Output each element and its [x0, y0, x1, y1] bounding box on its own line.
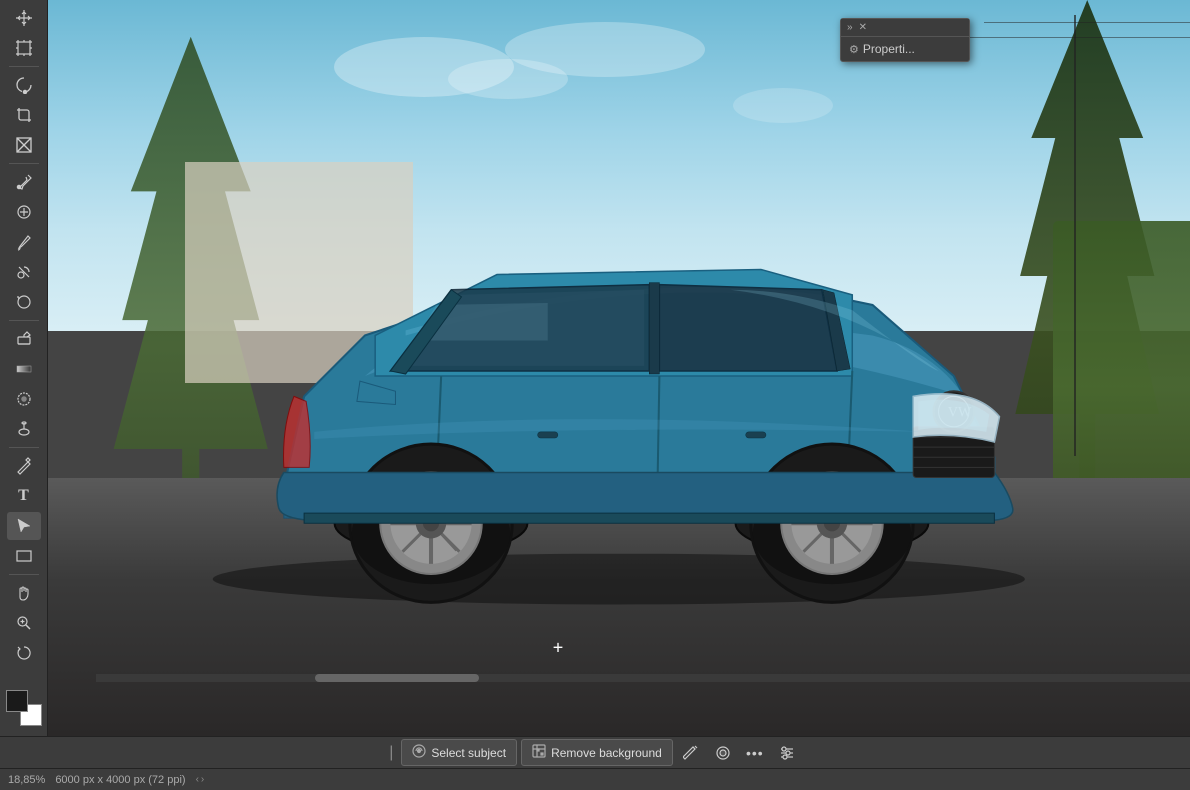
- blur-tool[interactable]: [7, 385, 41, 413]
- magic-selection-button[interactable]: [677, 739, 705, 767]
- remove-background-label: Remove background: [551, 746, 662, 760]
- status-arrow-right[interactable]: ›: [201, 774, 204, 785]
- gradient-tool[interactable]: [7, 355, 41, 383]
- lasso-tool-icon: [15, 76, 33, 94]
- mask-button[interactable]: [709, 739, 737, 767]
- eraser-tool-icon: [15, 330, 33, 348]
- more-options-icon: •••: [746, 745, 764, 761]
- left-toolbar: T: [0, 0, 48, 736]
- frame-tool-icon: [15, 136, 33, 154]
- zoom-tool-icon: [15, 614, 33, 632]
- bottom-contextual-toolbar: | Select subject Remove background: [0, 736, 1190, 768]
- zoom-level: 18,85%: [8, 774, 45, 786]
- type-tool[interactable]: T: [7, 482, 41, 510]
- status-arrow-left[interactable]: ‹: [196, 774, 199, 785]
- properties-panel: » ✕ ⚙ Properti...: [840, 18, 970, 62]
- wire-horizontal-1: [984, 22, 1190, 23]
- dodge-tool[interactable]: [7, 415, 41, 443]
- artboard-tool[interactable]: [7, 34, 41, 62]
- toolbar-separator-left: |: [389, 744, 393, 762]
- more-options-button[interactable]: •••: [741, 739, 769, 767]
- horizontal-scrollbar[interactable]: [96, 674, 1190, 682]
- healing-brush-icon: [15, 203, 33, 221]
- photo-canvas[interactable]: VW PERU ADN-687: [48, 0, 1190, 736]
- magic-selection-icon: [683, 745, 699, 761]
- dodge-tool-icon: [15, 420, 33, 438]
- remove-background-button[interactable]: Remove background: [521, 739, 673, 766]
- eyedropper-tool-icon: [15, 173, 33, 191]
- brush-tool-icon: [15, 233, 33, 251]
- car-image: VW PERU ADN-687: [162, 147, 1076, 625]
- pen-tool[interactable]: [7, 452, 41, 480]
- select-subject-button[interactable]: Select subject: [401, 739, 517, 766]
- hand-tool-icon: [15, 584, 33, 602]
- rectangle-tool-icon: [15, 547, 33, 565]
- lasso-tool[interactable]: [7, 71, 41, 99]
- gradient-tool-icon: [15, 360, 33, 378]
- scrollbar-thumb[interactable]: [315, 674, 479, 682]
- properties-titlebar-actions: » ✕: [847, 22, 867, 33]
- remove-background-icon: [532, 744, 546, 761]
- adjustments-icon: [779, 745, 795, 761]
- foreground-color-swatch[interactable]: [6, 690, 28, 712]
- main-area: T: [0, 0, 1190, 736]
- status-nav-arrows: ‹ ›: [196, 774, 205, 785]
- move-tool[interactable]: [7, 4, 41, 32]
- zoom-tool[interactable]: [7, 609, 41, 637]
- adjustments-button[interactable]: [773, 739, 801, 767]
- canvas-area: VW PERU ADN-687: [48, 0, 1190, 736]
- cloud-3: [505, 22, 705, 77]
- image-dimensions: 6000 px x 4000 px (72 ppi): [55, 774, 185, 786]
- pen-tool-icon: [15, 457, 33, 475]
- hand-tool[interactable]: [7, 579, 41, 607]
- rotate-view-icon: [15, 644, 33, 662]
- properties-settings-icon: ⚙: [849, 43, 859, 56]
- eraser-tool[interactable]: [7, 325, 41, 353]
- eyedropper-tool[interactable]: [7, 168, 41, 196]
- history-brush-icon: [15, 293, 33, 311]
- frame-tool[interactable]: [7, 131, 41, 159]
- select-subject-icon: [412, 744, 426, 761]
- selection-tool[interactable]: [7, 512, 41, 540]
- color-swatches: [6, 690, 42, 732]
- brush-tool[interactable]: [7, 228, 41, 256]
- rectangle-tool[interactable]: [7, 542, 41, 570]
- mask-icon: [715, 745, 731, 761]
- move-tool-icon: [15, 9, 33, 27]
- crop-tool-icon: [15, 106, 33, 124]
- type-tool-letter: T: [18, 487, 29, 505]
- properties-close-icon[interactable]: ✕: [859, 22, 867, 33]
- healing-brush-tool[interactable]: [7, 198, 41, 226]
- selection-tool-icon: [15, 517, 33, 535]
- properties-dock-icon[interactable]: »: [847, 22, 853, 33]
- status-bar: 18,85% 6000 px x 4000 px (72 ppi) ‹ ›: [0, 768, 1190, 790]
- crop-tool[interactable]: [7, 101, 41, 129]
- select-subject-label: Select subject: [431, 746, 506, 760]
- properties-title-row: ⚙ Properti...: [841, 37, 969, 61]
- clone-stamp-icon: [15, 263, 33, 281]
- properties-titlebar: » ✕: [841, 19, 969, 37]
- blur-tool-icon: [15, 390, 33, 408]
- properties-title-label: Properti...: [863, 42, 915, 56]
- clone-stamp-tool[interactable]: [7, 258, 41, 286]
- rotate-view-tool[interactable]: [7, 639, 41, 667]
- artboard-tool-icon: [15, 39, 33, 57]
- color-swatch-container[interactable]: [6, 690, 42, 726]
- history-brush-tool[interactable]: [7, 288, 41, 316]
